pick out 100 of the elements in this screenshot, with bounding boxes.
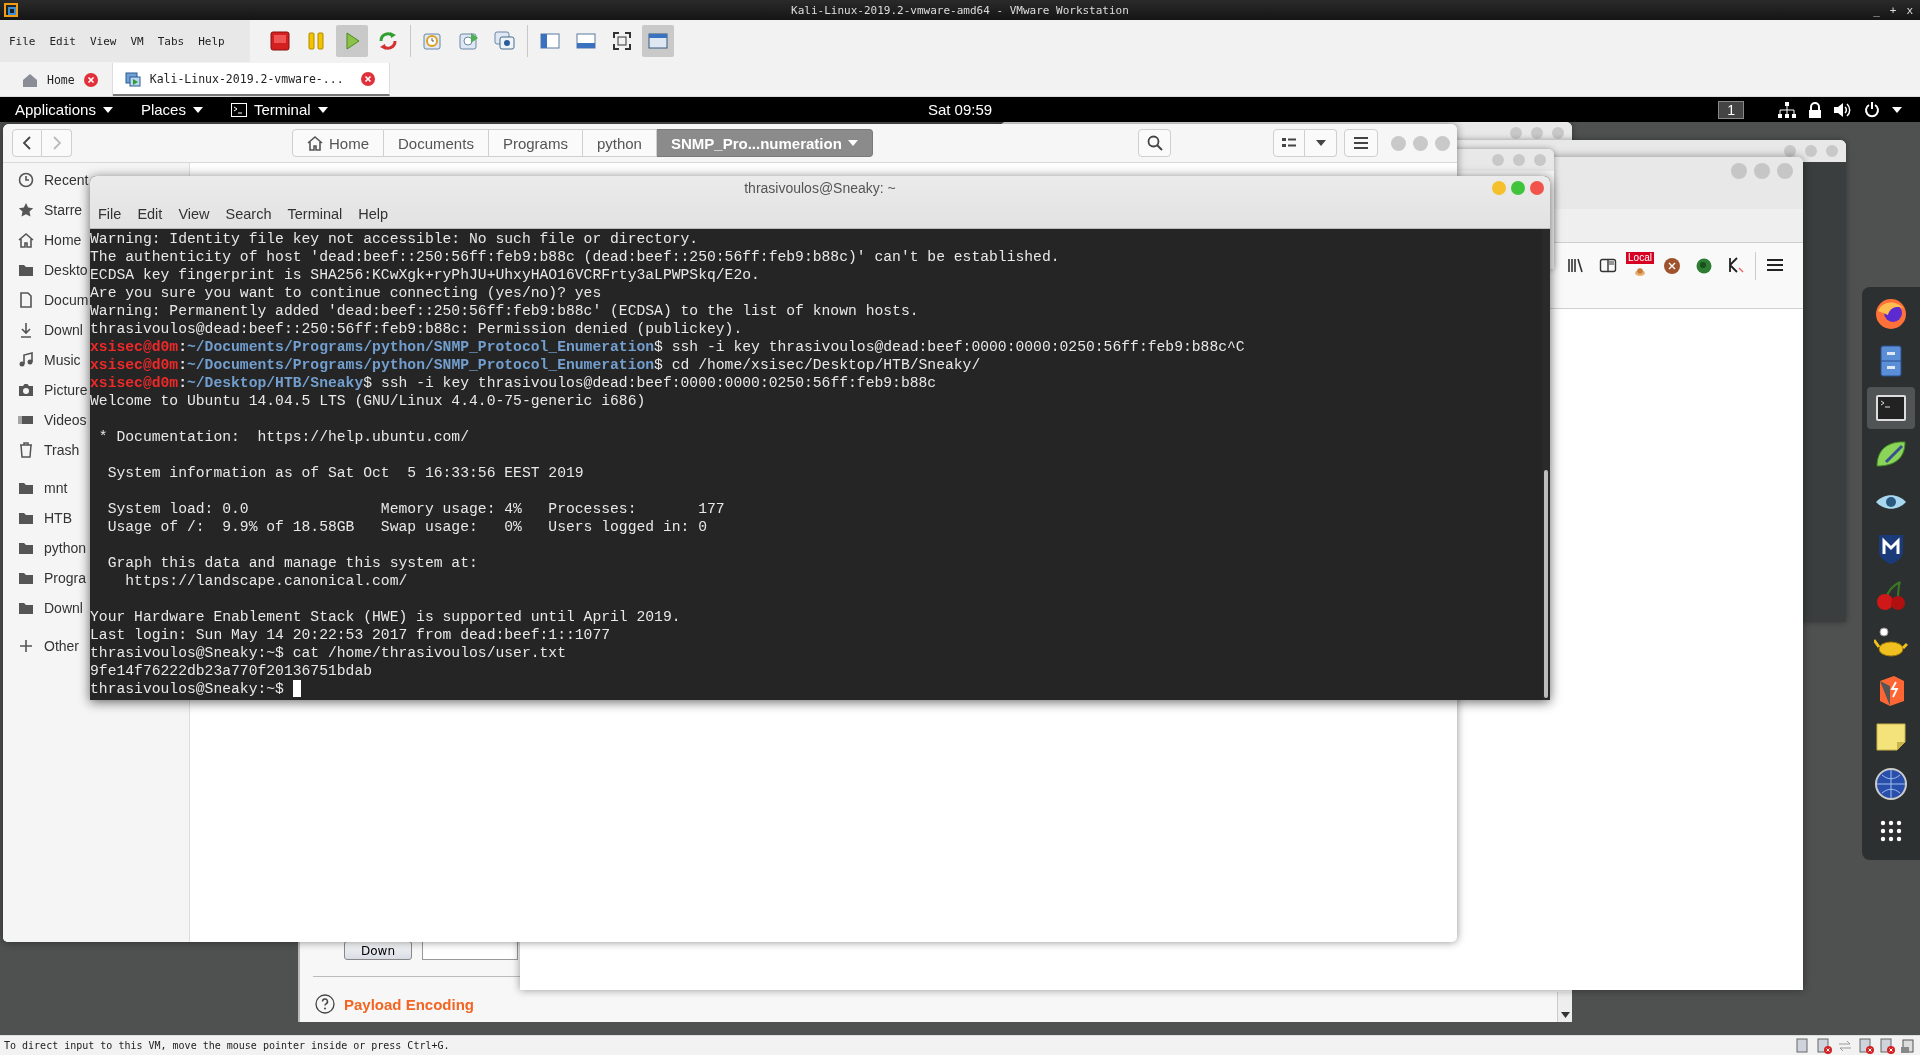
tab[interactable]: Home [0,63,113,96]
sidebar-item[interactable]: Recent [3,165,89,195]
tab[interactable]: Kali-Linux-2019.2-vmware-... [112,63,390,96]
caret-icon [1892,106,1902,113]
close-button[interactable]: x [1903,3,1916,17]
home-icon [307,135,323,151]
globe-icon [1874,767,1908,801]
back-button[interactable] [12,129,42,157]
minimize-button[interactable]: _ [1870,3,1883,17]
download-icon [18,322,34,338]
sidebar-item[interactable]: Docum [3,285,89,315]
terminal-line: Last login: Sun May 14 20:22:53 2017 from dead:beef:1::1077 [90,626,612,644]
terminal-line: Welcome to Ubuntu 14.04.5 LTS (GNU/Linux 4.4.0-75-generic i686) [90,392,647,410]
menu-icon [1766,257,1784,273]
menu-item[interactable]: VM [123,34,151,48]
path-button[interactable]: python [582,129,657,157]
caret-icon [847,140,858,146]
terminal-line: Your Hardware Enablement Stack (HWE) is supported until April 2019. [90,608,682,626]
sidebar-item[interactable]: Music [3,345,81,375]
panel-menu[interactable]: Applications [15,101,113,118]
sidebar-item[interactable]: HTB [3,503,72,533]
search-button[interactable] [1138,129,1171,157]
menu-item[interactable]: Search [217,206,280,223]
fullscreen-icon [610,29,634,53]
terminal-line: Usage of /: 9.9% of 18.58GB Swap usage: 0% Users logged in: 0 [106,518,708,536]
scrollbar[interactable] [1542,229,1550,700]
menu-button[interactable] [1344,129,1378,157]
clock[interactable]: Sat 09:59 [927,101,993,118]
folder-icon [18,600,34,616]
close-button[interactable] [1530,181,1544,196]
terminal-line: 9fe14f76222db23a770f20136751bdab [90,662,374,680]
sidebar-item[interactable]: Deskto [3,255,88,285]
close-icon [360,71,375,86]
terminal-icon [230,102,247,117]
terminal-line: ECDSA key fingerprint is SHA256:KCwXgk+ryPhJU+UhxyHAO16VCRFrty3aLPWPSkq/E2o. [90,266,761,284]
terminal-line: Are you sure you want to continue connecting (yes/no)? yes [90,284,603,302]
terminal-line: System information as of Sat Oct 5 16:33:56 EEST 2019 [106,464,585,482]
sidebar-item[interactable]: Home [3,225,82,255]
camera-icon [18,382,34,398]
sidebar-item[interactable]: Downl [3,315,83,345]
app-logo-icon [4,3,18,17]
menu-item[interactable]: Edit [129,206,171,223]
status-text: To direct input to this VM, move the mouse pointer inside or press Ctrl+G. [4,1040,450,1051]
menu-item[interactable]: File [2,34,43,48]
sidebar-item[interactable]: Downl [3,593,83,623]
terminal-line: thrasivoulos@Sneaky:~$ cat /home/thrasivoulos/user.txt [90,644,567,662]
folder-icon [18,570,34,586]
view-button[interactable] [1273,129,1305,157]
lock-icon [1808,101,1822,118]
terminal-line: The authenticity of host 'dead:beef::250:56ff:feb9:b88c (dead:beef::250:56ff:feb9:b88c)' can't be established. [90,248,1061,266]
scrollbar[interactable] [1557,992,1572,1022]
drive-icon [1795,1037,1811,1054]
cookie-icon [1662,255,1682,275]
folder-icon [18,262,34,278]
menu-item[interactable]: View [170,206,218,223]
folder-icon [18,480,34,496]
clock-icon [18,172,34,188]
home-icon [18,232,34,248]
menu-item[interactable]: View [83,34,124,48]
sidebar-item[interactable]: python [3,533,87,563]
photos-icon [493,29,517,53]
workspace-indicator[interactable]: 1 [1718,100,1744,119]
sidebar-item[interactable]: Picture [3,375,88,405]
pencil-icon [1726,255,1746,275]
forward-icon [51,136,62,150]
sidebar-item[interactable]: Other [3,631,79,661]
panel-menu[interactable]: Places [140,101,203,118]
path-button[interactable]: Home [292,129,384,157]
search-icon [1146,135,1163,151]
sidebar-item[interactable]: Starre [3,195,83,225]
vm-icon [124,70,141,87]
path-button[interactable]: Programs [488,129,583,157]
stop-icon [268,29,292,53]
toolbar-button[interactable]: Local [1624,252,1656,278]
menu-item[interactable]: Help [350,206,397,223]
volume-icon [1834,101,1852,118]
menu-item[interactable]: Tabs [150,34,192,48]
dock-item[interactable] [1867,387,1915,429]
sidebar-item[interactable]: Trash [3,435,80,465]
terminal-line: xsisec@d0m:~/Documents/Programs/python/SNMP_Protocol_Enumeration$ ssh -i key thrasivoulos@dead:beef:0000:0000:0250:56ff:feb9:b88c^C [90,338,1246,356]
sticky-note-icon [1874,720,1908,754]
menu-item[interactable]: File [90,206,130,223]
sidebar-item[interactable]: Progra [3,563,87,593]
view-options-button[interactable] [1305,129,1337,157]
network-icon [1778,101,1796,118]
cherry-icon [1874,579,1908,613]
panel-menu[interactable]: Terminal [230,101,328,118]
menu-item[interactable]: Terminal [279,206,351,223]
sidebar-item[interactable]: Videos [3,405,87,435]
maximize-button[interactable]: + [1886,3,1900,17]
sidebar-item[interactable]: mnt [3,473,68,503]
section-heading: Payload Encoding [344,995,475,1013]
scroll-down-icon [1560,1012,1570,1018]
path-button[interactable]: Documents [384,129,489,157]
menu-item[interactable]: Help [191,34,232,48]
folder-icon [18,540,34,556]
menu-item[interactable]: Edit [42,34,83,48]
terminal-line: https://landscape.canonical.com/ [124,572,409,590]
trash-icon [18,442,34,458]
caret-icon [192,106,203,113]
